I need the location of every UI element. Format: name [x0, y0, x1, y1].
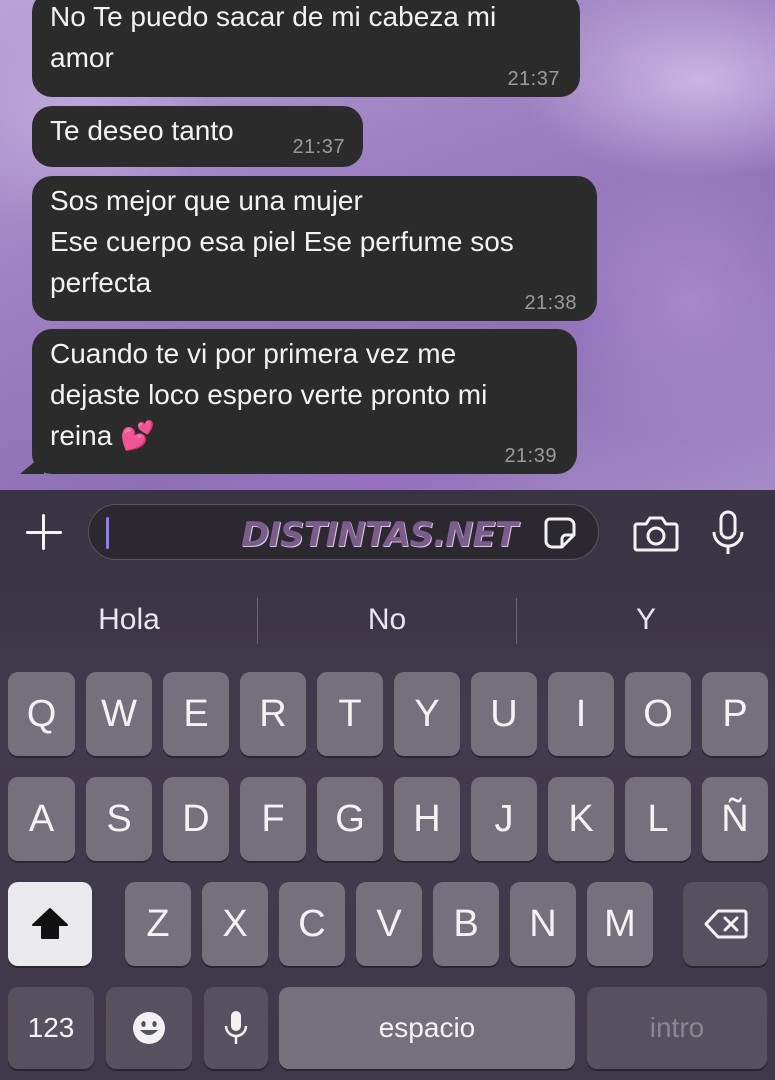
message-time: 21:39 [504, 445, 557, 467]
key[interactable]: A [8, 777, 75, 861]
message-input[interactable]: DISTINTAS.NET [88, 504, 599, 560]
key[interactable]: S [86, 777, 152, 861]
space-key[interactable]: espacio [279, 987, 575, 1069]
key[interactable]: G [317, 777, 383, 861]
suggestion-item[interactable]: No [258, 595, 516, 645]
key[interactable]: C [279, 882, 345, 966]
return-key[interactable]: intro [587, 987, 767, 1069]
message-bubble[interactable]: Cuando te vi por primera vez me dejaste … [32, 329, 577, 474]
text-caret [106, 517, 109, 549]
suggestion-item[interactable]: Y [517, 595, 775, 645]
backspace-icon [704, 909, 747, 939]
emoji-icon [133, 1012, 165, 1044]
message-bubble[interactable]: Sos mejor que una mujer Ese cuerpo esa p… [32, 176, 597, 321]
key[interactable]: Z [125, 882, 191, 966]
key[interactable]: T [317, 672, 383, 756]
key[interactable]: Ñ [702, 777, 768, 861]
key[interactable]: W [86, 672, 152, 756]
key[interactable]: Y [394, 672, 460, 756]
suggestion-item[interactable]: Hola [0, 595, 258, 645]
camera-icon[interactable] [633, 514, 679, 552]
key[interactable]: V [356, 882, 422, 966]
key[interactable]: U [471, 672, 537, 756]
numbers-key[interactable]: 123 [8, 987, 94, 1069]
shift-icon [32, 908, 68, 939]
message-time: 21:37 [507, 68, 560, 90]
emoji-key[interactable] [106, 987, 192, 1069]
dictation-key[interactable] [204, 987, 268, 1069]
key[interactable]: R [240, 672, 306, 756]
key[interactable]: P [702, 672, 768, 756]
message-text: Sos mejor que una mujer Ese cuerpo esa p… [50, 185, 514, 298]
key[interactable]: D [163, 777, 229, 861]
watermark: DISTINTAS.NET [241, 515, 518, 555]
backspace-key[interactable] [683, 882, 768, 966]
suggestion-bar: Hola No Y [0, 575, 775, 665]
message-bubble[interactable]: No Te puedo sacar de mi cabeza mi amor 2… [32, 0, 580, 97]
key[interactable]: H [394, 777, 460, 861]
message-time: 21:38 [524, 292, 577, 314]
key[interactable]: M [587, 882, 653, 966]
key[interactable]: E [163, 672, 229, 756]
message-text: Cuando te vi por primera vez me dejaste … [50, 338, 488, 451]
key[interactable]: Q [8, 672, 75, 756]
key[interactable]: L [625, 777, 691, 861]
shift-key[interactable] [8, 882, 92, 966]
key[interactable]: X [202, 882, 268, 966]
key[interactable]: I [548, 672, 614, 756]
sticker-icon[interactable] [542, 515, 578, 551]
dictation-mic-icon [224, 1011, 248, 1044]
key[interactable]: N [510, 882, 576, 966]
input-bar: DISTINTAS.NET [0, 490, 775, 575]
microphone-icon[interactable] [710, 510, 746, 556]
compose-and-keyboard: DISTINTAS.NET Hola No Y Q W E R T Y U I … [0, 490, 775, 1080]
chat-area: No Te puedo sacar de mi cabeza mi amor 2… [0, 0, 775, 490]
message-time: 21:37 [292, 136, 345, 158]
key[interactable]: O [625, 672, 691, 756]
plus-icon[interactable] [24, 512, 64, 552]
key[interactable]: B [433, 882, 499, 966]
message-bubble[interactable]: Te deseo tanto 21:37 [32, 106, 363, 167]
key[interactable]: K [548, 777, 614, 861]
key[interactable]: J [471, 777, 537, 861]
message-text: No Te puedo sacar de mi cabeza mi amor [50, 1, 497, 73]
key[interactable]: F [240, 777, 306, 861]
